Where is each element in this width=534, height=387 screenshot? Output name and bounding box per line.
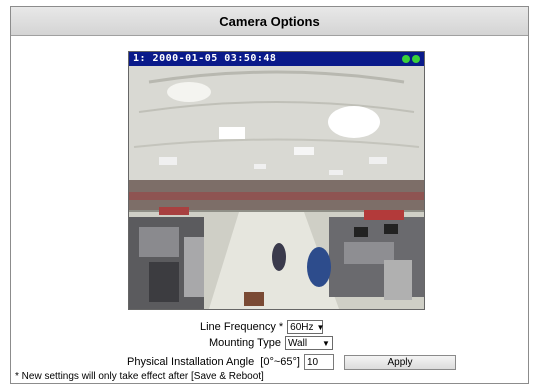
install-angle-label: Physical Installation Angle [0°~65°]	[127, 356, 300, 368]
camera-feed-image	[129, 52, 424, 309]
osd-status-icons	[400, 54, 420, 68]
camera-options-panel: Camera Options 1: 2000-01-05 03:50:48 Li…	[10, 6, 529, 384]
line-frequency-row: Line Frequency * 60Hz ▼	[200, 320, 325, 334]
signal-icon	[402, 55, 410, 63]
osd-text: 1: 2000-01-05 03:50:48	[133, 53, 277, 64]
line-frequency-select[interactable]: 60Hz ▼	[287, 320, 325, 334]
camera-osd-timestamp: 1: 2000-01-05 03:50:48	[129, 52, 424, 66]
mounting-type-row: Mounting Type Wall ▼	[209, 336, 333, 350]
mounting-type-value: Wall	[287, 337, 308, 349]
camera-preview: 1: 2000-01-05 03:50:48	[128, 51, 425, 310]
install-angle-input[interactable]	[304, 354, 334, 370]
chevron-down-icon: ▼	[316, 322, 325, 332]
chevron-down-icon: ▼	[322, 338, 330, 348]
line-frequency-value: 60Hz	[290, 321, 314, 333]
signal-icon	[412, 55, 420, 63]
save-reboot-note: * New settings will only take effect aft…	[15, 371, 264, 382]
mounting-type-label: Mounting Type	[209, 337, 281, 349]
apply-button[interactable]: Apply	[344, 354, 456, 370]
panel-title: Camera Options	[11, 7, 528, 36]
line-frequency-label: Line Frequency *	[200, 321, 284, 333]
install-angle-row: Physical Installation Angle [0°~65°] App…	[127, 354, 456, 370]
mounting-type-select[interactable]: Wall ▼	[284, 336, 333, 350]
